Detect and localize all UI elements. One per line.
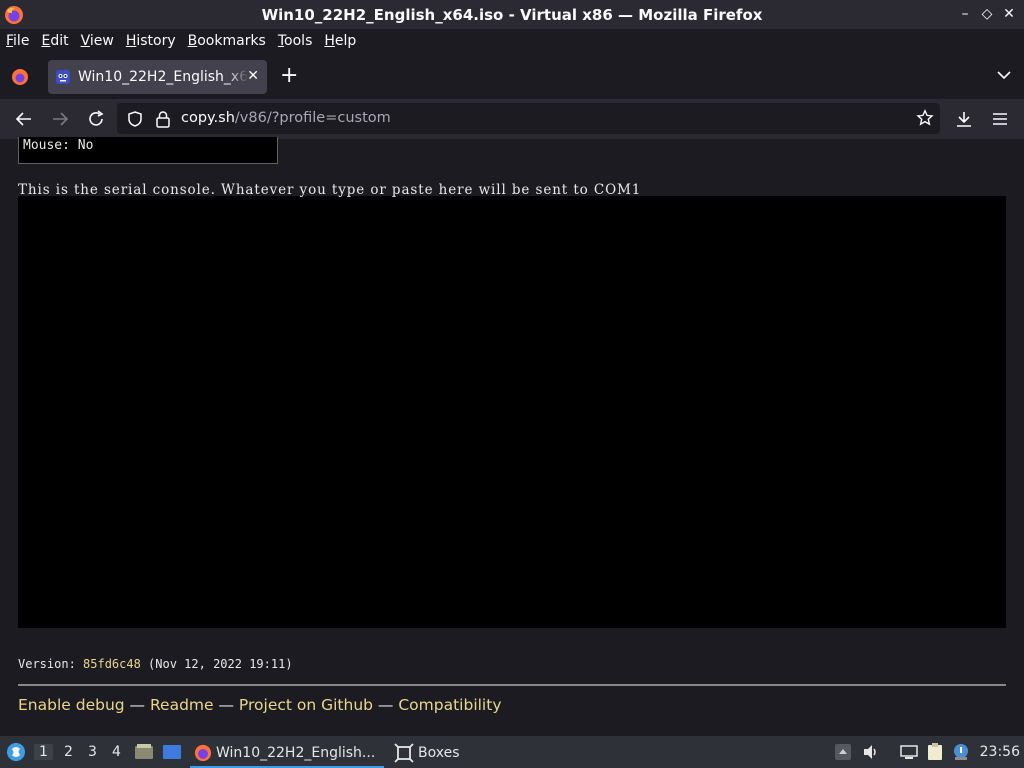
- minimize-button[interactable]: –: [956, 4, 974, 24]
- window-titlebar: Win10_22H2_English_x64.iso - Virtual x86…: [0, 0, 1024, 29]
- clock: 23:56: [979, 744, 1020, 760]
- workspace-3[interactable]: 3: [88, 744, 97, 760]
- menu-tools[interactable]: Tools: [272, 33, 319, 49]
- readme-link[interactable]: Readme: [150, 696, 214, 714]
- menu-bar: File Edit View History Bookmarks Tools H…: [0, 29, 1024, 53]
- navigation-toolbar: copy.sh/v86/?profile=custom: [0, 99, 1024, 139]
- taskbar-item-firefox[interactable]: Win10_22H2_English...: [190, 739, 384, 768]
- menu-file[interactable]: File: [0, 33, 35, 49]
- lock-icon[interactable]: [155, 110, 171, 128]
- version-hash-link[interactable]: 85fd6c48: [83, 657, 141, 671]
- new-tab-button[interactable]: +: [280, 65, 298, 87]
- maximize-button[interactable]: ◇: [978, 4, 996, 24]
- workspace-1[interactable]: 1: [34, 744, 53, 760]
- firefox-icon: [194, 744, 212, 761]
- tracking-protection-shield-icon[interactable]: [126, 110, 144, 128]
- list-all-tabs-icon[interactable]: [996, 67, 1012, 83]
- v86-favicon-icon: [56, 70, 70, 84]
- network-icon[interactable]: [900, 743, 918, 761]
- taskbar: 1 2 3 4 Win10_22H2_English... Boxes 23:5…: [0, 736, 1024, 768]
- tab-active[interactable]: Win10_22H2_English_x64.iso - Virtual x86…: [48, 60, 267, 94]
- serial-console[interactable]: This is the serial console. Whatever you…: [18, 182, 1006, 628]
- mouse-status-box: Mouse: No: [18, 137, 278, 164]
- tab-strip: Win10_22H2_English_x64.iso - Virtual x86…: [0, 53, 1024, 99]
- enable-debug-link[interactable]: Enable debug: [18, 696, 125, 714]
- tray-up-arrow-icon[interactable]: [834, 743, 852, 761]
- back-icon[interactable]: [14, 109, 34, 129]
- tab-close-icon[interactable]: ✕: [247, 68, 259, 84]
- footer-links: Enable debug — Readme — Project on Githu…: [18, 696, 502, 714]
- tab-title: Win10_22H2_English_x64.iso - Virtual x86: [78, 69, 248, 85]
- page-content: Mouse: No This is the serial console. Wh…: [0, 137, 1024, 736]
- updates-notification-icon[interactable]: [952, 743, 970, 761]
- menu-help[interactable]: Help: [318, 33, 362, 49]
- start-menu-icon[interactable]: [6, 742, 26, 762]
- boxes-icon: [394, 742, 414, 763]
- window-title: Win10_22H2_English_x64.iso - Virtual x86…: [261, 5, 763, 24]
- menu-edit[interactable]: Edit: [35, 33, 74, 49]
- firefox-view-icon[interactable]: [10, 67, 30, 87]
- file-manager-icon[interactable]: [134, 742, 154, 762]
- hamburger-menu-icon[interactable]: [990, 109, 1010, 129]
- forward-icon[interactable]: [50, 109, 70, 129]
- downloads-icon[interactable]: [954, 109, 974, 129]
- menu-view[interactable]: View: [75, 33, 120, 49]
- url-text[interactable]: copy.sh/v86/?profile=custom: [181, 110, 391, 126]
- version-info: Version: 85fd6c48 (Nov 12, 2022 19:11): [18, 657, 293, 671]
- mouse-status: Mouse: No: [23, 138, 94, 153]
- url-bar[interactable]: copy.sh/v86/?profile=custom: [117, 103, 940, 134]
- volume-icon[interactable]: [862, 743, 880, 761]
- reload-icon[interactable]: [86, 109, 106, 129]
- divider: [18, 684, 1006, 686]
- menu-bookmarks[interactable]: Bookmarks: [182, 33, 272, 49]
- serial-console-text: This is the serial console. Whatever you…: [18, 182, 642, 198]
- taskbar-item-boxes[interactable]: Boxes: [394, 739, 460, 766]
- compatibility-link[interactable]: Compatibility: [398, 696, 501, 714]
- github-link[interactable]: Project on Github: [239, 696, 373, 714]
- clipboard-icon[interactable]: [926, 743, 944, 761]
- menu-history[interactable]: History: [120, 33, 182, 49]
- close-button[interactable]: ✕: [1000, 4, 1018, 24]
- workspace-2[interactable]: 2: [64, 744, 73, 760]
- show-desktop-icon[interactable]: [162, 742, 182, 762]
- workspace-4[interactable]: 4: [112, 744, 121, 760]
- bookmark-star-icon[interactable]: [916, 109, 934, 127]
- firefox-icon: [5, 6, 23, 24]
